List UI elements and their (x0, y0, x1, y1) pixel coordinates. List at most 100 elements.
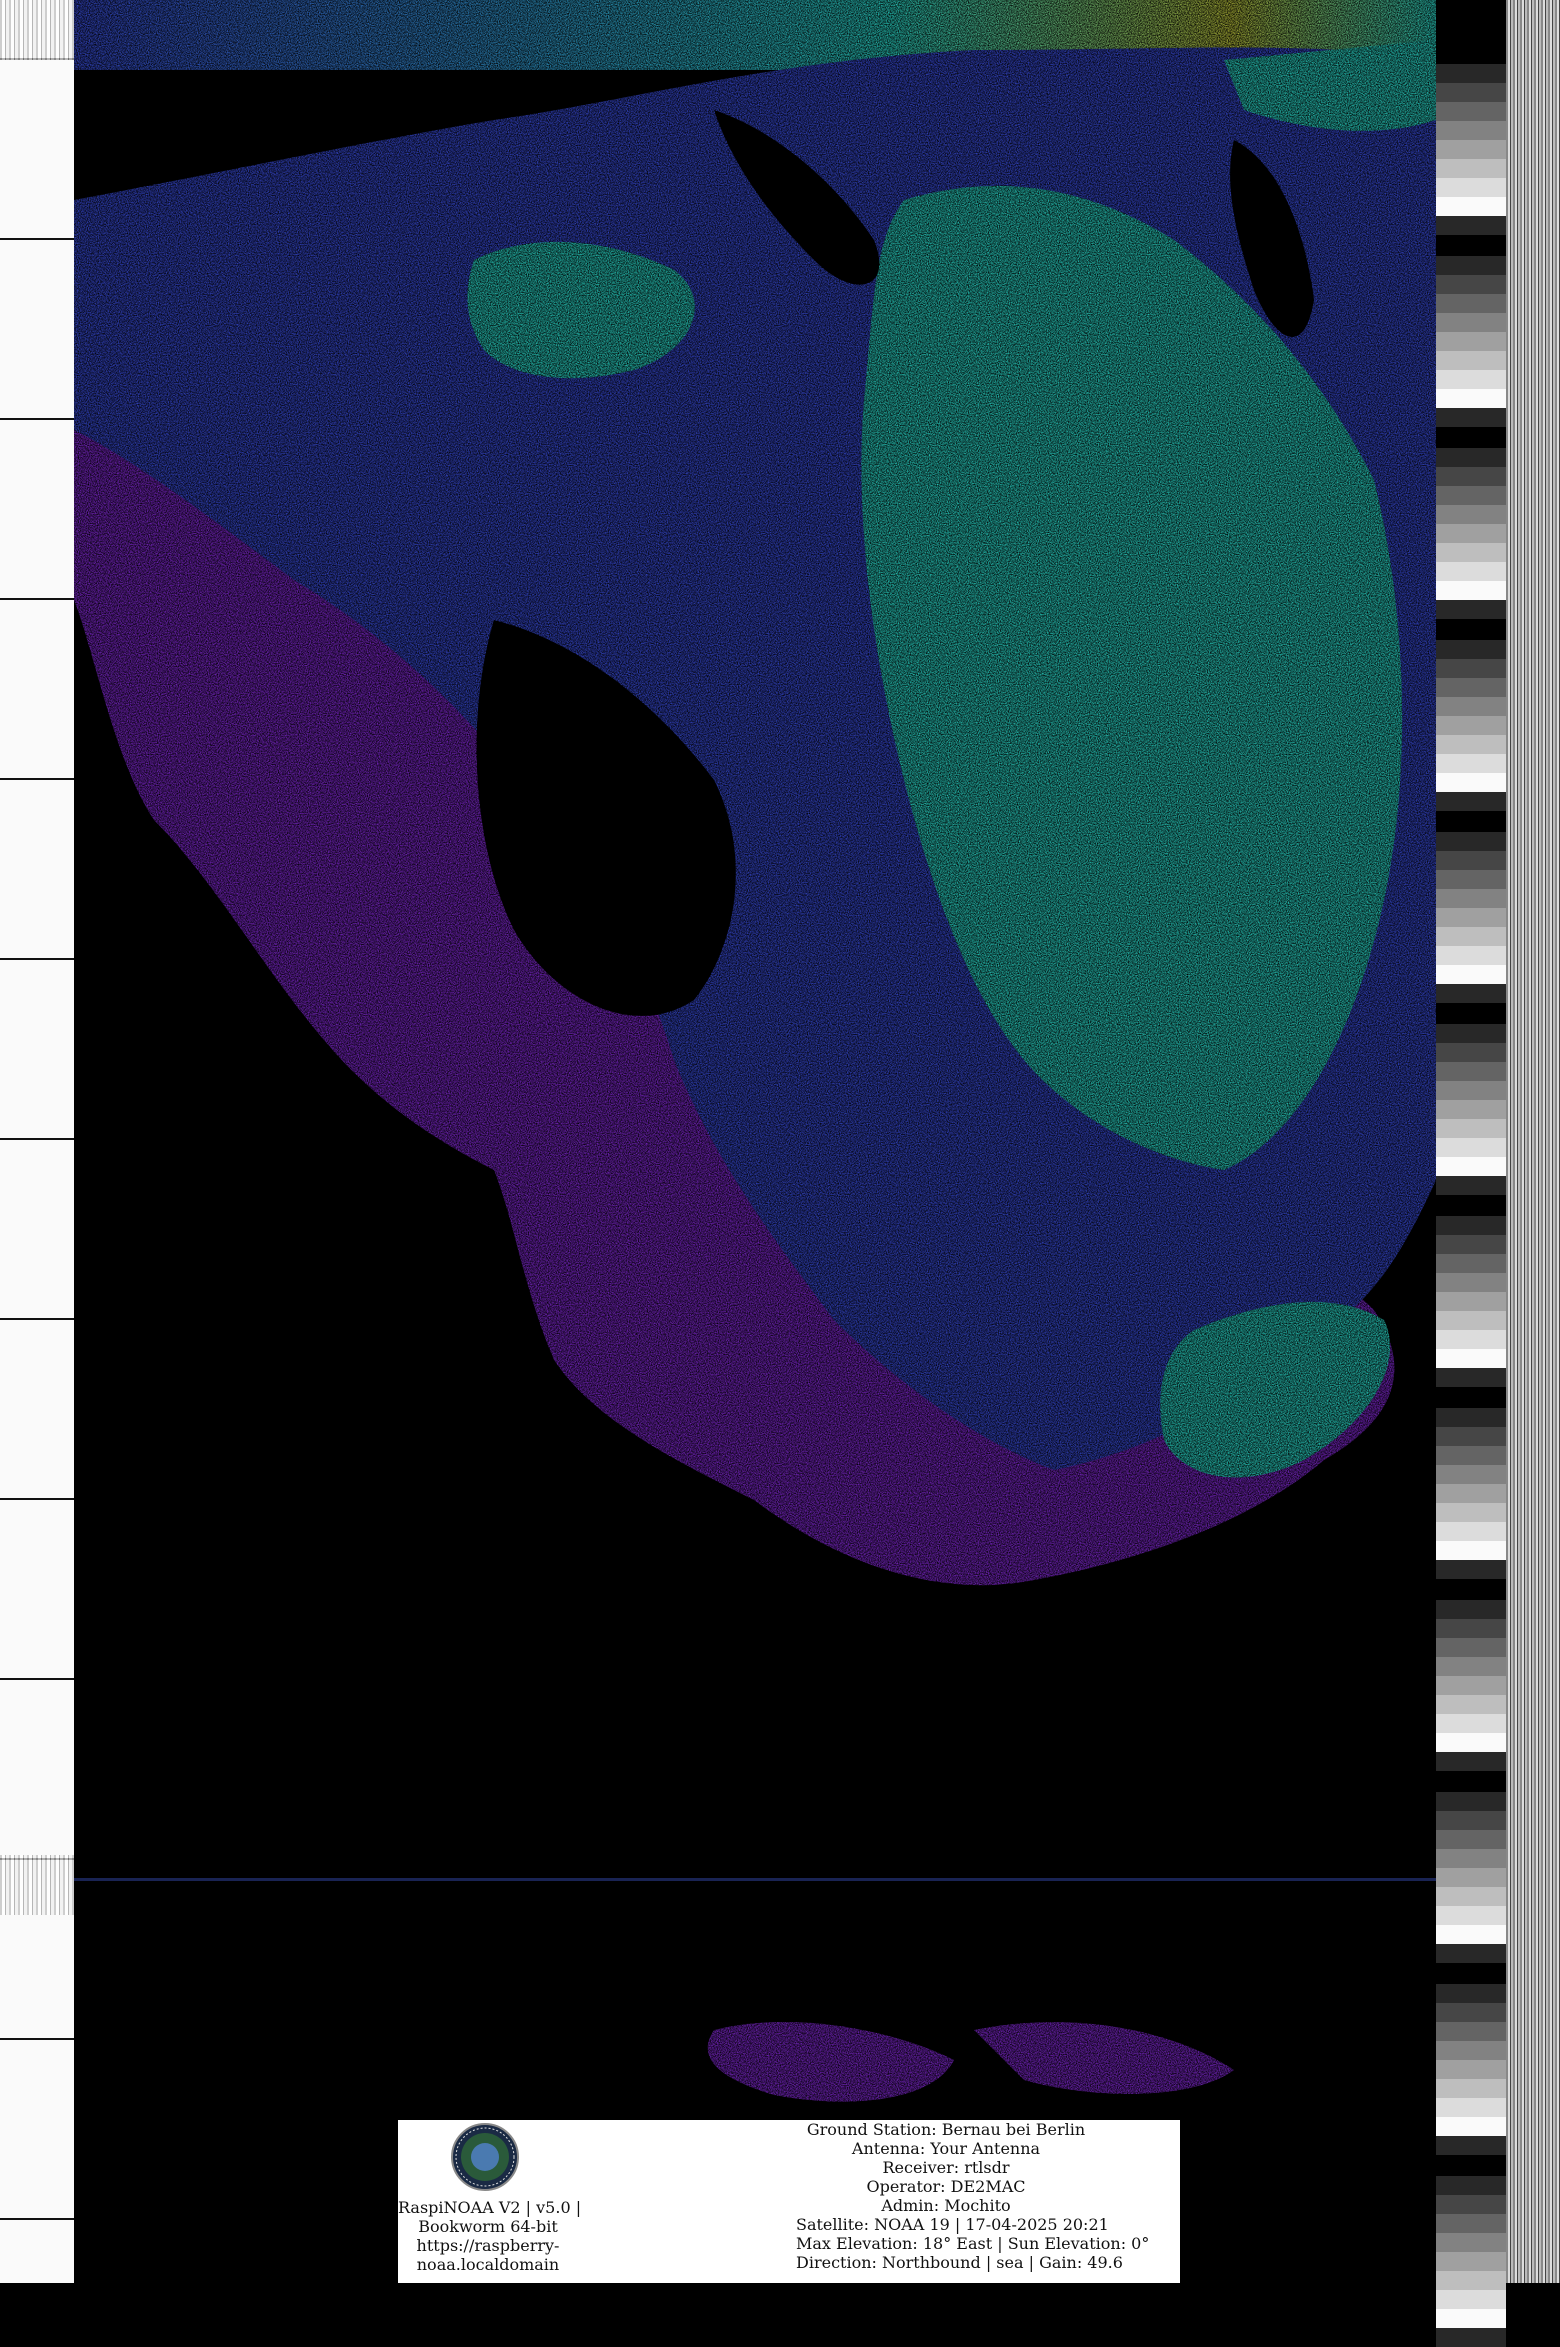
calibration-wedges (1436, 0, 1506, 2347)
calibration-step (1436, 1484, 1506, 1503)
calibration-step (1436, 1560, 1506, 1579)
calibration-step (1436, 524, 1506, 543)
calibration-step (1436, 1254, 1506, 1273)
calibration-step (1436, 1676, 1506, 1695)
calibration-step (1436, 1944, 1506, 1963)
direction-label: Direction: Northbound | sea | Gain: 49.6 (796, 2253, 1123, 2272)
calibration-step (1436, 121, 1506, 140)
left-telemetry-strip (0, 0, 76, 2283)
strip-tick (0, 778, 74, 780)
station-info-line: noaa.localdomain (416, 2255, 560, 2274)
calibration-step (1436, 102, 1506, 121)
admin-label: Admin: Mochito (881, 2196, 1011, 2215)
calibration-step (1436, 1408, 1506, 1427)
calibration-step (1436, 1119, 1506, 1138)
calibration-step (1436, 851, 1506, 870)
strip-tick (0, 2038, 74, 2040)
calibration-step (1436, 2195, 1506, 2214)
calibration-step (1436, 735, 1506, 754)
calibration-step (1436, 946, 1506, 965)
calibration-step (1436, 1906, 1506, 1925)
pass-info: Ground Station: Bernau bei Berlin Antenn… (796, 2120, 1149, 2272)
calibration-step (1436, 2233, 1506, 2252)
calibration-step (1436, 1695, 1506, 1714)
strip-tick (0, 418, 74, 420)
calibration-step (1436, 792, 1506, 811)
calibration-step (1436, 2309, 1506, 2328)
calibration-step (1436, 1984, 1506, 2003)
calibration-step (1436, 1216, 1506, 1235)
ground-station-label: Ground Station: Bernau bei Berlin (806, 2120, 1086, 2139)
strip-tick (0, 1138, 74, 1140)
calibration-step (1436, 543, 1506, 562)
calibration-step (1436, 486, 1506, 505)
calibration-step (1436, 1349, 1506, 1368)
calibration-step (1436, 600, 1506, 619)
station-info-line: Bookworm 64-bit (418, 2217, 558, 2236)
calibration-step (1436, 256, 1506, 275)
calibration-step (1436, 870, 1506, 889)
calibration-step (1436, 2003, 1506, 2022)
strip-tick (0, 1678, 74, 1680)
antenna-label: Antenna: Your Antenna (851, 2139, 1041, 2158)
calibration-step (1436, 1733, 1506, 1752)
calibration-step (1436, 1465, 1506, 1484)
calibration-step (1436, 1446, 1506, 1465)
calibration-step (1436, 83, 1506, 102)
calibration-step (1436, 389, 1506, 408)
calibration-step (1436, 2117, 1506, 2136)
calibration-step (1436, 351, 1506, 370)
calibration-step (1436, 1503, 1506, 1522)
calibration-step (1436, 467, 1506, 486)
satellite-label: Satellite: NOAA 19 | 17-04-2025 20:21 (796, 2215, 1109, 2234)
calibration-step (1436, 1081, 1506, 1100)
calibration-step (1436, 2214, 1506, 2233)
calibration-step (1436, 754, 1506, 773)
calibration-step (1436, 716, 1506, 735)
calibration-step (1436, 1868, 1506, 1887)
calibration-step (1436, 275, 1506, 294)
calibration-step (1436, 448, 1506, 467)
calibration-step (1436, 1311, 1506, 1330)
strip-tick (0, 958, 74, 960)
calibration-step (1436, 1330, 1506, 1349)
calibration-step (1436, 927, 1506, 946)
calibration-step (1436, 313, 1506, 332)
calibration-step (1436, 659, 1506, 678)
raspinoaa-logo-icon (451, 2123, 519, 2191)
calibration-step (1436, 908, 1506, 927)
calibration-step (1436, 1062, 1506, 1081)
receiver-label: Receiver: rtlsdr (882, 2158, 1010, 2177)
calibration-step (1436, 581, 1506, 600)
strip-tick (0, 2218, 74, 2220)
calibration-step (1436, 1138, 1506, 1157)
calibration-step (1436, 2079, 1506, 2098)
strip-noise (0, 0, 74, 60)
calibration-step (1436, 197, 1506, 216)
calibration-step (1436, 1273, 1506, 1292)
calibration-step (1436, 2271, 1506, 2290)
calibration-step (1436, 408, 1506, 427)
calibration-step (1436, 1235, 1506, 1254)
calibration-step (1436, 64, 1506, 83)
operator-label: Operator: DE2MAC (866, 2177, 1026, 2196)
satellite-image (74, 0, 1436, 2283)
calibration-step (1436, 965, 1506, 984)
calibration-step (1436, 2060, 1506, 2079)
calibration-step (1436, 1427, 1506, 1446)
right-calibration-strip (1436, 0, 1560, 2347)
signal-break-line (74, 1878, 1436, 1881)
calibration-step (1436, 1714, 1506, 1733)
calibration-step (1436, 889, 1506, 908)
calibration-step (1436, 984, 1506, 1003)
telemetry-bars (1506, 0, 1560, 2283)
strip-tick (0, 598, 74, 600)
calibration-step (1436, 1657, 1506, 1676)
calibration-step (1436, 216, 1506, 235)
cloud-map (74, 0, 1436, 2102)
cloud-wisp-south (707, 2021, 954, 2102)
calibration-step (1436, 697, 1506, 716)
calibration-step (1436, 1541, 1506, 1560)
calibration-step (1436, 2022, 1506, 2041)
calibration-step (1436, 1752, 1506, 1771)
